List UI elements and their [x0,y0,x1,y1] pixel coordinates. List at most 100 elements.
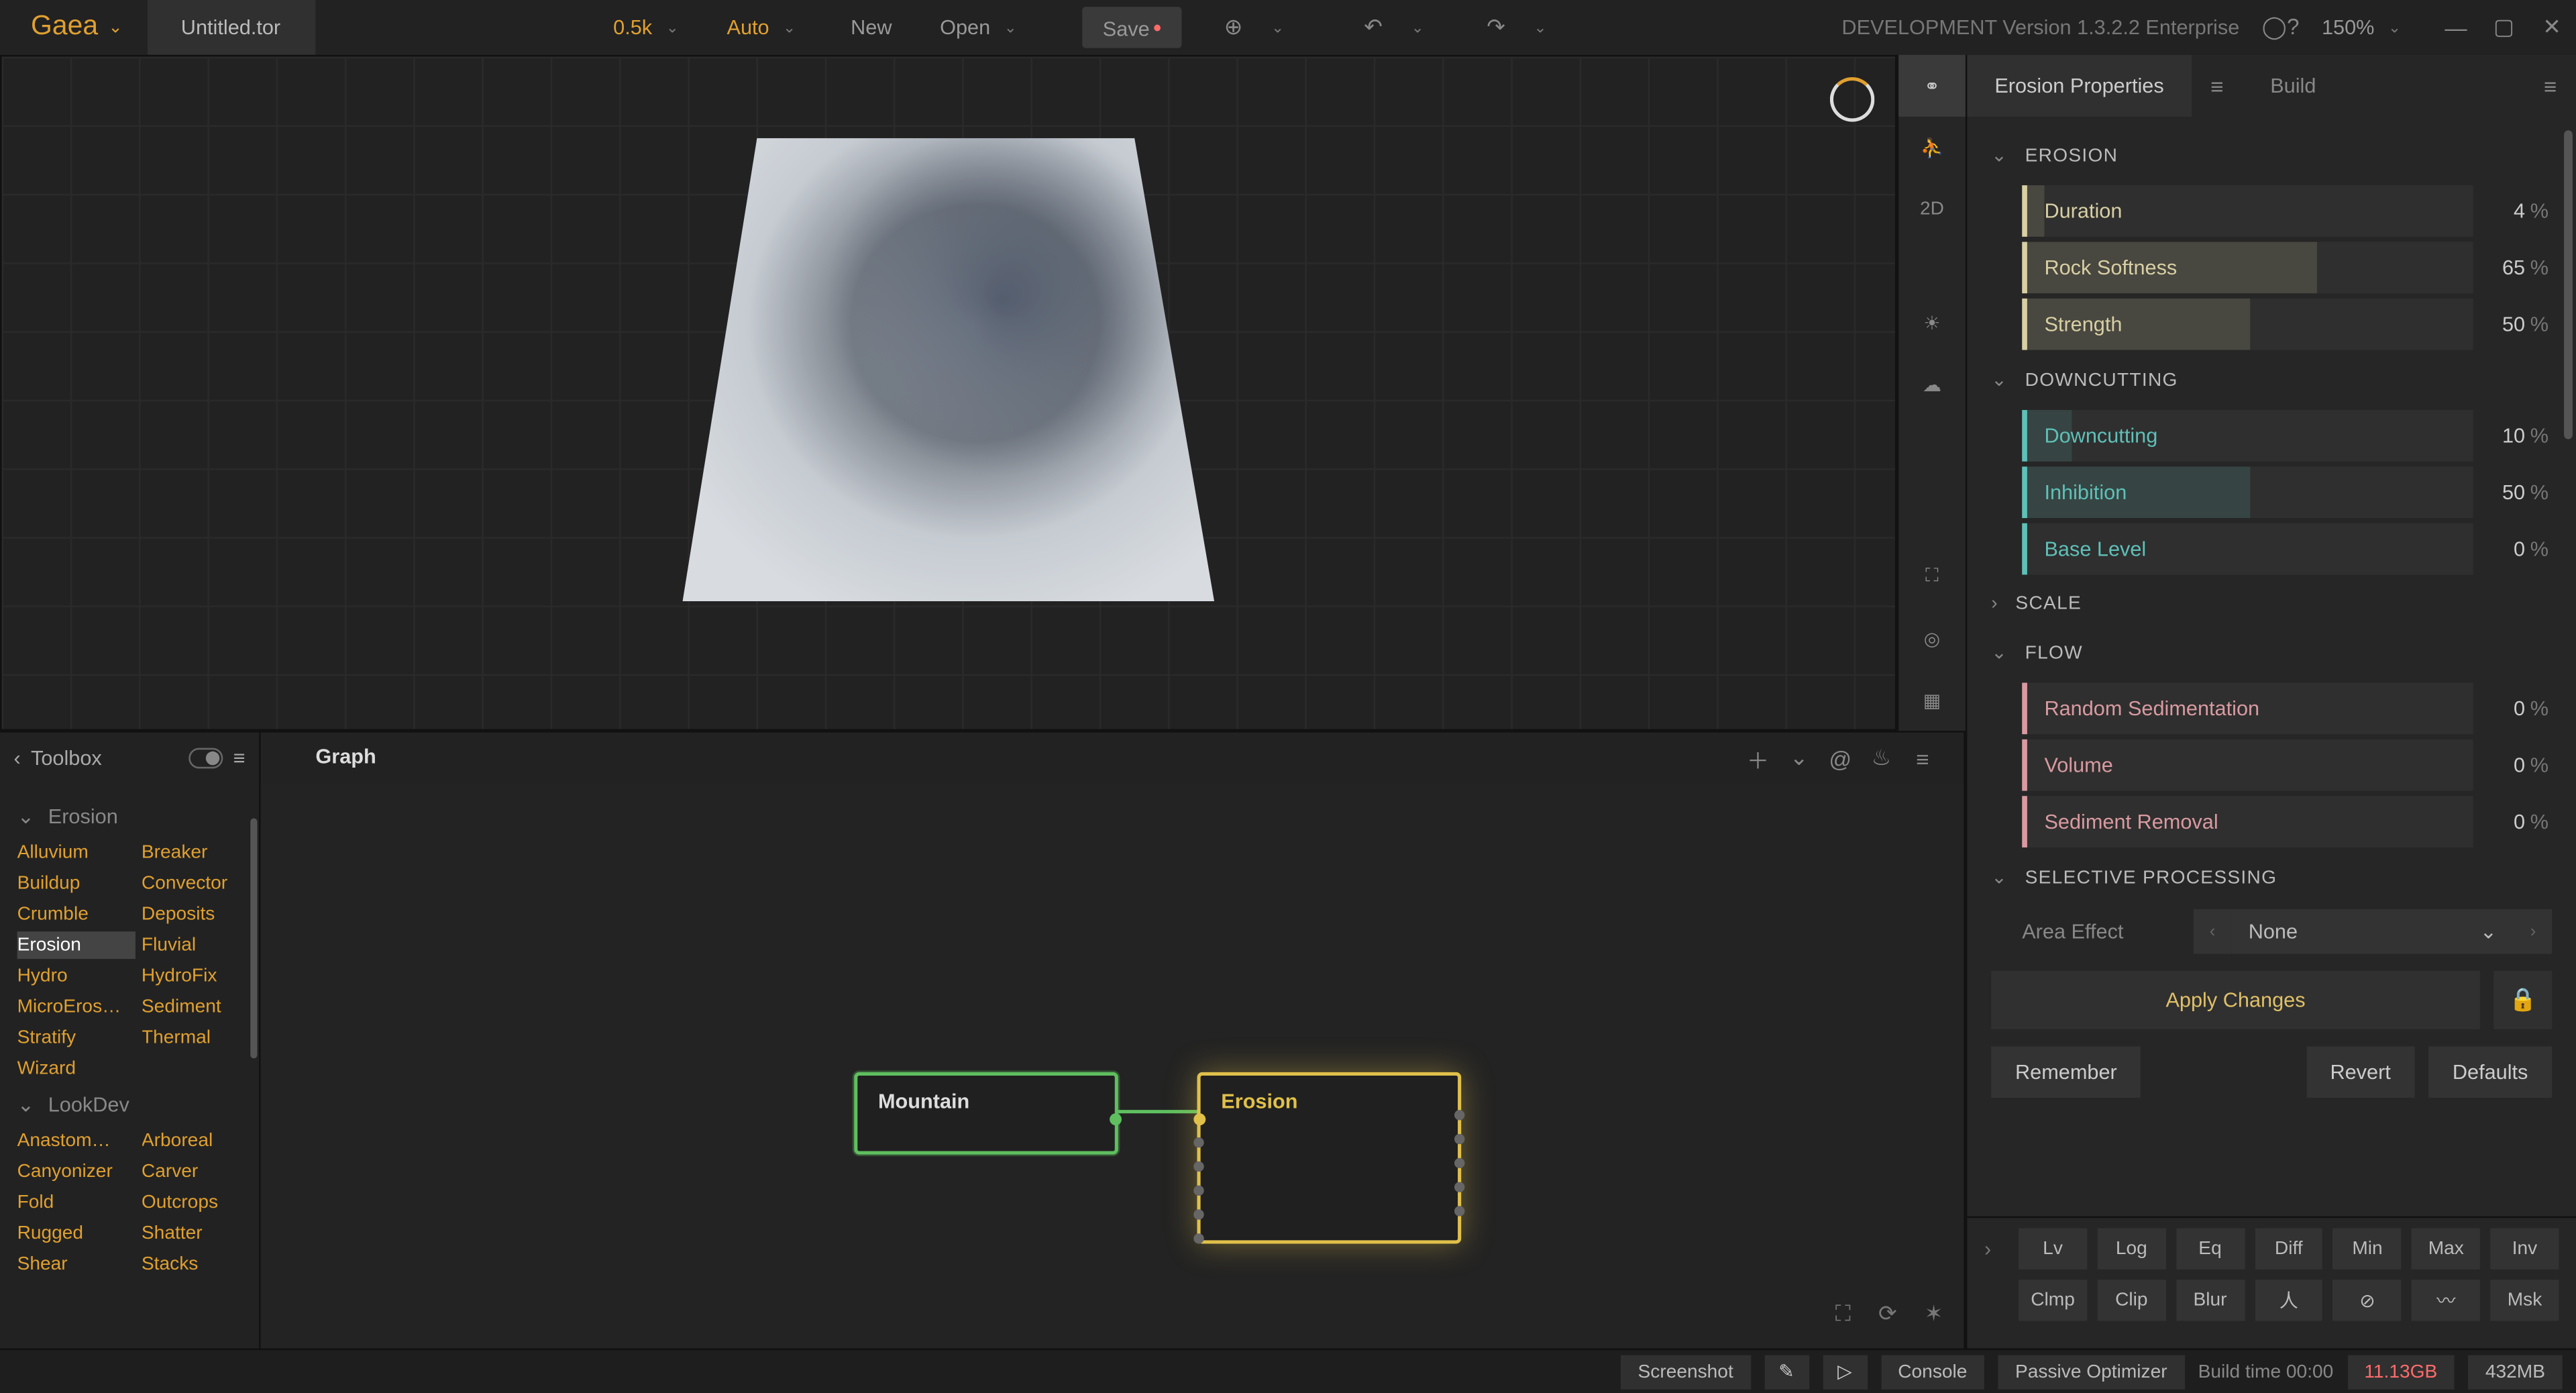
post-btn-blur[interactable]: Blur [2176,1280,2245,1321]
grid-icon[interactable]: ▦ [1898,669,1966,731]
play-icon[interactable]: ▷ [1823,1354,1867,1388]
toolbox-node[interactable]: Rugged [17,1220,135,1247]
add-icon[interactable]: ⊕ [1210,13,1258,41]
graph-add-chevron-icon[interactable]: ⌄ [1778,745,1819,772]
post-btn-clip[interactable]: Clip [2097,1280,2165,1321]
slider-inhibition[interactable]: Inhibition [2022,466,2473,518]
toolbox-collapse-icon[interactable]: ‹ [13,746,20,770]
toolbox-node[interactable]: Outcrops [142,1189,259,1217]
viewport-orbit-gizmo-icon[interactable] [1830,77,1874,121]
post-btn-⊘[interactable]: ⊘ [2333,1280,2402,1321]
graph-menu-icon[interactable]: ≡ [1902,745,1943,771]
toolbox-node[interactable]: Crumble [17,900,135,928]
node-erosion-input-port[interactable] [1193,1113,1205,1125]
undo-chevron-icon[interactable]: ⌄ [1397,18,1438,37]
slider-random-sedimentation[interactable]: Random Sedimentation [2022,683,2473,735]
toolbox-node[interactable]: Stacks [142,1251,259,1278]
properties-scrollbar[interactable] [2564,130,2573,439]
slider-base-level[interactable]: Base Level [2022,523,2473,575]
zoom-dropdown[interactable]: 150%⌄ [2304,0,2432,55]
toolbox-node[interactable]: Buildup [17,870,135,897]
section-scale[interactable]: SCALE [1991,580,2552,628]
toolbox-node[interactable]: Shatter [142,1220,259,1247]
person-view-icon[interactable]: ⛹ [1898,117,1966,178]
graph-layout-icon[interactable]: ✶ [1925,1300,1943,1328]
remember-button[interactable]: Remember [1991,1047,2141,1098]
file-tab[interactable]: Untitled.tor [147,0,315,55]
help-icon[interactable]: ◯? [2257,13,2305,41]
graph-fit-icon[interactable]: ⛶ [1835,1300,1851,1328]
toolbox-node[interactable] [142,1055,259,1082]
post-btn-〰[interactable]: 〰 [2412,1280,2480,1321]
lighting-icon[interactable]: ☀ [1898,292,1966,354]
tab-build[interactable]: Build [2243,55,2343,117]
close-icon[interactable]: ✕ [2528,13,2576,41]
toolbox-node[interactable]: Hydro [17,962,135,990]
graph-at-icon[interactable]: @ [1820,745,1861,771]
postprocess-expand-icon[interactable]: › [1984,1237,2008,1261]
toolbox-section-lookdev[interactable]: LookDev [17,1082,259,1127]
graph-flame-icon[interactable]: ♨ [1861,745,1902,772]
toolbox-node[interactable]: Shear [17,1251,135,1278]
toolbox-node[interactable]: Erosion [17,931,135,959]
toolbox-scrollbar[interactable] [250,818,257,1058]
resolution-dropdown[interactable]: 0.5k⌄ [596,0,710,55]
toolbox-node[interactable]: Canyonizer [17,1158,135,1186]
toolbox-node[interactable]: Anastom… [17,1127,135,1155]
frame-icon[interactable]: ⛶ [1898,546,1966,607]
brand-menu-chevron-icon[interactable]: ⌄ [108,18,122,37]
tab-graph[interactable]: Graph [281,734,411,782]
toolbox-node[interactable]: Fluvial [142,931,259,959]
slider-strength[interactable]: Strength [2022,299,2473,350]
screenshot-button[interactable]: Screenshot [1621,1354,1750,1388]
area-next-button[interactable]: › [2514,909,2552,953]
toolbox-node[interactable]: Sediment [142,993,259,1021]
slider-volume[interactable]: Volume [2022,739,2473,791]
toolbox-node[interactable]: Deposits [142,900,259,928]
edit-icon[interactable]: ✎ [1764,1354,1809,1388]
revert-button[interactable]: Revert [2306,1047,2415,1098]
compass-icon[interactable]: ◎ [1898,607,1966,669]
redo-icon[interactable]: ↷ [1472,13,1520,41]
toolbox-node[interactable]: HydroFix [142,962,259,990]
defaults-button[interactable]: Defaults [2428,1047,2552,1098]
toolbox-menu-icon[interactable]: ≡ [233,746,246,770]
toolbox-node[interactable]: MicroEros… [17,993,135,1021]
post-btn-lv[interactable]: Lv [2019,1229,2087,1270]
node-mountain[interactable]: Mountain [854,1072,1118,1155]
toolbox-node[interactable]: Stratify [17,1024,135,1051]
post-btn-eq[interactable]: Eq [2176,1229,2245,1270]
toolbox-node[interactable]: Wizard [17,1055,135,1082]
open-button[interactable]: Open⌄ [916,0,1055,55]
console-button[interactable]: Console [1881,1354,1984,1388]
slider-sediment-removal[interactable]: Sediment Removal [2022,796,2473,847]
area-prev-button[interactable]: ‹ [2194,909,2231,953]
viewport-3d[interactable] [0,55,1897,731]
post-btn-max[interactable]: Max [2412,1229,2480,1270]
node-erosion[interactable]: Erosion [1197,1072,1462,1244]
slider-downcutting[interactable]: Downcutting [2022,410,2473,462]
graph-refresh-icon[interactable]: ⟳ [1878,1300,1897,1328]
toolbox-node[interactable]: Carver [142,1158,259,1186]
graph-canvas[interactable]: Mountain Erosion ⛶ ⟳ ✶ [261,784,1964,1348]
post-btn-inv[interactable]: Inv [2491,1229,2559,1270]
view-2d-button[interactable]: 2D [1898,178,1966,240]
node-link[interactable] [1118,1110,1197,1113]
toolbox-node[interactable]: Fold [17,1189,135,1217]
section-downcutting[interactable]: DOWNCUTTING [1991,355,2552,405]
toolbox-node[interactable]: Breaker [142,839,259,866]
lock-icon[interactable]: 🔒 [2493,971,2552,1029]
build-menu-icon[interactable]: ≡ [2524,55,2576,117]
post-btn-msk[interactable]: Msk [2491,1280,2559,1321]
post-btn-clmp[interactable]: Clmp [2019,1280,2087,1321]
section-selective processing[interactable]: SELECTIVE PROCESSING [1991,853,2552,902]
post-btn-min[interactable]: Min [2333,1229,2402,1270]
node-mountain-output-port[interactable] [1110,1113,1122,1125]
mode-dropdown[interactable]: Auto⌄ [710,0,826,55]
undo-icon[interactable]: ↶ [1349,13,1397,41]
tab-properties[interactable]: Erosion Properties [1967,55,2191,117]
maximize-icon[interactable]: ▢ [2480,13,2528,41]
post-btn-diff[interactable]: Diff [2255,1229,2323,1270]
minimize-icon[interactable]: — [2432,15,2480,40]
toolbox-node[interactable]: Alluvium [17,839,135,866]
